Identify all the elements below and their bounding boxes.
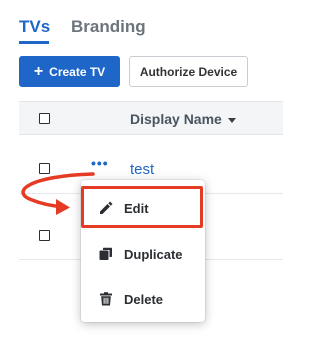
select-all-checkbox[interactable] xyxy=(39,113,50,124)
menu-item-delete[interactable]: Delete xyxy=(81,279,205,319)
pencil-icon xyxy=(100,201,113,214)
row-actions-menu: Edit Duplicate Delete xyxy=(81,180,205,322)
row-checkbox[interactable] xyxy=(39,230,50,241)
menu-item-edit[interactable]: Edit xyxy=(81,188,205,228)
table-header: Display Name xyxy=(19,101,283,135)
create-tv-label: Create TV xyxy=(49,64,106,79)
tab-bar: TVs Branding xyxy=(19,16,159,46)
create-tv-button[interactable]: + Create TV xyxy=(19,56,120,87)
tab-branding[interactable]: Branding xyxy=(71,16,146,38)
row-checkbox[interactable] xyxy=(39,163,50,174)
tab-tvs[interactable]: TVs xyxy=(19,16,50,38)
menu-item-duplicate[interactable]: Duplicate xyxy=(81,234,205,274)
row-actions-button[interactable]: ••• xyxy=(91,155,109,171)
authorize-device-button[interactable]: Authorize Device xyxy=(129,56,248,87)
plus-icon: + xyxy=(33,62,44,80)
menu-item-duplicate-label: Duplicate xyxy=(124,246,183,262)
active-tab-indicator xyxy=(19,41,49,44)
column-header-display-name[interactable]: Display Name xyxy=(130,111,222,127)
menu-item-edit-label: Edit xyxy=(124,200,149,216)
menu-item-delete-label: Delete xyxy=(124,291,164,307)
sort-descending-icon[interactable] xyxy=(228,118,236,123)
trash-icon xyxy=(100,292,112,306)
copy-icon xyxy=(99,247,112,260)
display-name-link[interactable]: test xyxy=(130,161,154,178)
